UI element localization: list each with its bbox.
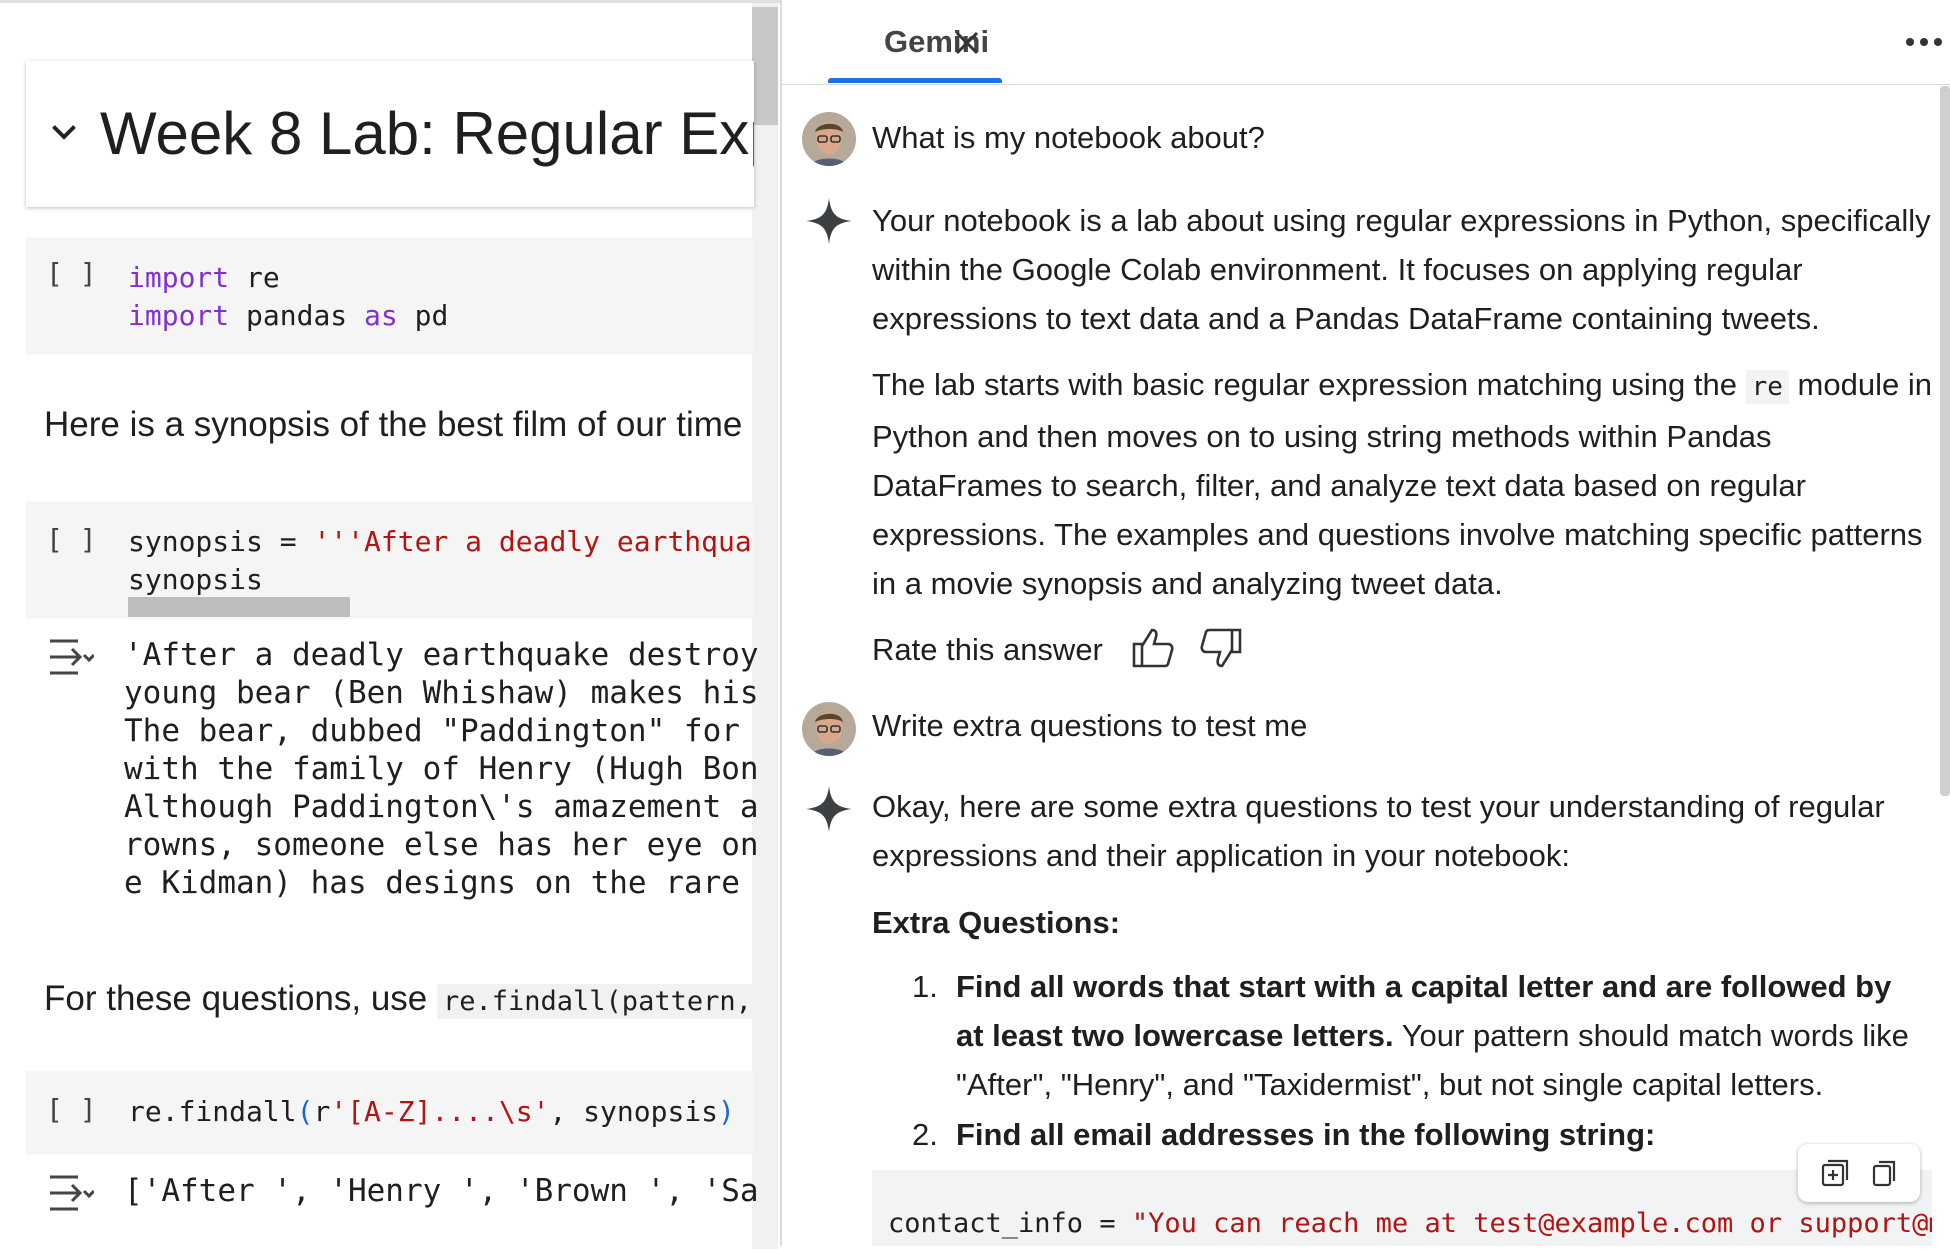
output-toggle-icon[interactable] [46,635,94,679]
output-toggle-icon[interactable] [46,1171,94,1215]
output-line: Although Paddington\'s amazement a [124,789,759,825]
cell-horizontal-scrollbar[interactable] [128,597,350,617]
close-icon[interactable] [952,28,982,58]
output-line: e Kidman) has designs on the rare [124,865,759,901]
code-line: import re [128,261,280,294]
chevron-down-icon[interactable] [46,113,82,149]
notebook-title: Week 8 Lab: Regular Expre [100,100,754,167]
code-line: import pandas as pd [128,299,449,332]
gemini-reply-paragraph: Okay, here are some extra questions to t… [872,789,1885,873]
gemini-reply-paragraph: Your notebook is a lab about using regul… [872,203,1931,336]
list-item: 1. Find all words that start with a capi… [912,969,1909,1102]
code-line: contact_info = "You can reach me at test… [888,1208,1932,1239]
code-cell-synopsis[interactable]: [ ] synopsis = '''After a deadly earthqu… [26,501,754,619]
code-cell-imports[interactable]: [ ] import re import pandas as pd [26,237,754,355]
output-line: The bear, dubbed "Paddington" for [124,713,740,749]
notebook-pane: Week 8 Lab: Regular Expre [ ] import re … [0,0,780,1249]
code-cell-findall[interactable]: [ ] re.findall(r'[A-Z]....\s', synopsis) [26,1071,754,1155]
thumbs-down-icon[interactable] [1200,626,1244,670]
gemini-scrollbar[interactable] [1940,86,1950,796]
run-cell-button[interactable]: [ ] [46,523,97,556]
output-line: young bear (Ben Whishaw) makes his [124,675,759,711]
code-line: synopsis [128,563,263,596]
code-line: synopsis = '''After a deadly earthquake [128,525,754,558]
gemini-reply-paragraph: The lab starts with basic regular expres… [872,367,1932,601]
title-section-cell[interactable]: Week 8 Lab: Regular Expre [26,61,754,207]
run-cell-button[interactable]: [ ] [46,1093,97,1126]
code-actions-toolbar [1798,1144,1920,1202]
code-block: contact_info = "You can reach me at test… [872,1170,1932,1246]
notebook-scrollbar-thumb[interactable] [752,7,778,125]
cell-output-findall: ['After ', 'Henry ', 'Brown ', 'Sa [124,1173,759,1209]
avatar [802,112,856,166]
output-line: rowns, someone else has her eye on [124,827,759,863]
markdown-text: Here is a synopsis of the best film of o… [44,405,743,444]
gemini-panel: Gemini What is my notebook about? Your n… [782,0,1950,1246]
markdown-text: For these questions, use re.findall(patt… [44,979,758,1019]
list-item: 2. Find all email addresses in the follo… [912,1117,1656,1152]
thumbs-up-icon[interactable] [1130,626,1174,670]
gemini-reply-heading: Extra Questions: [872,905,1121,940]
tab-active-indicator [828,78,1002,83]
gemini-sparkle-icon [806,786,852,832]
rate-answer-label: Rate this answer [872,632,1103,667]
avatar [802,702,856,756]
code-line: re.findall(r'[A-Z]....\s', synopsis) [128,1095,735,1128]
notebook-scrollbar-track[interactable] [752,3,778,1249]
output-line: 'After a deadly earthquake destroy [124,637,759,673]
header-divider [782,84,1950,85]
gemini-sparkle-icon [806,198,852,244]
user-message: What is my notebook about? [872,120,1265,155]
run-cell-button[interactable]: [ ] [46,257,97,290]
more-options-icon[interactable] [1904,32,1944,52]
output-line: with the family of Henry (Hugh Bon [124,751,759,787]
insert-code-cell-icon[interactable] [1820,1158,1850,1188]
copy-icon[interactable] [1870,1158,1900,1188]
user-message: Write extra questions to test me [872,708,1308,743]
